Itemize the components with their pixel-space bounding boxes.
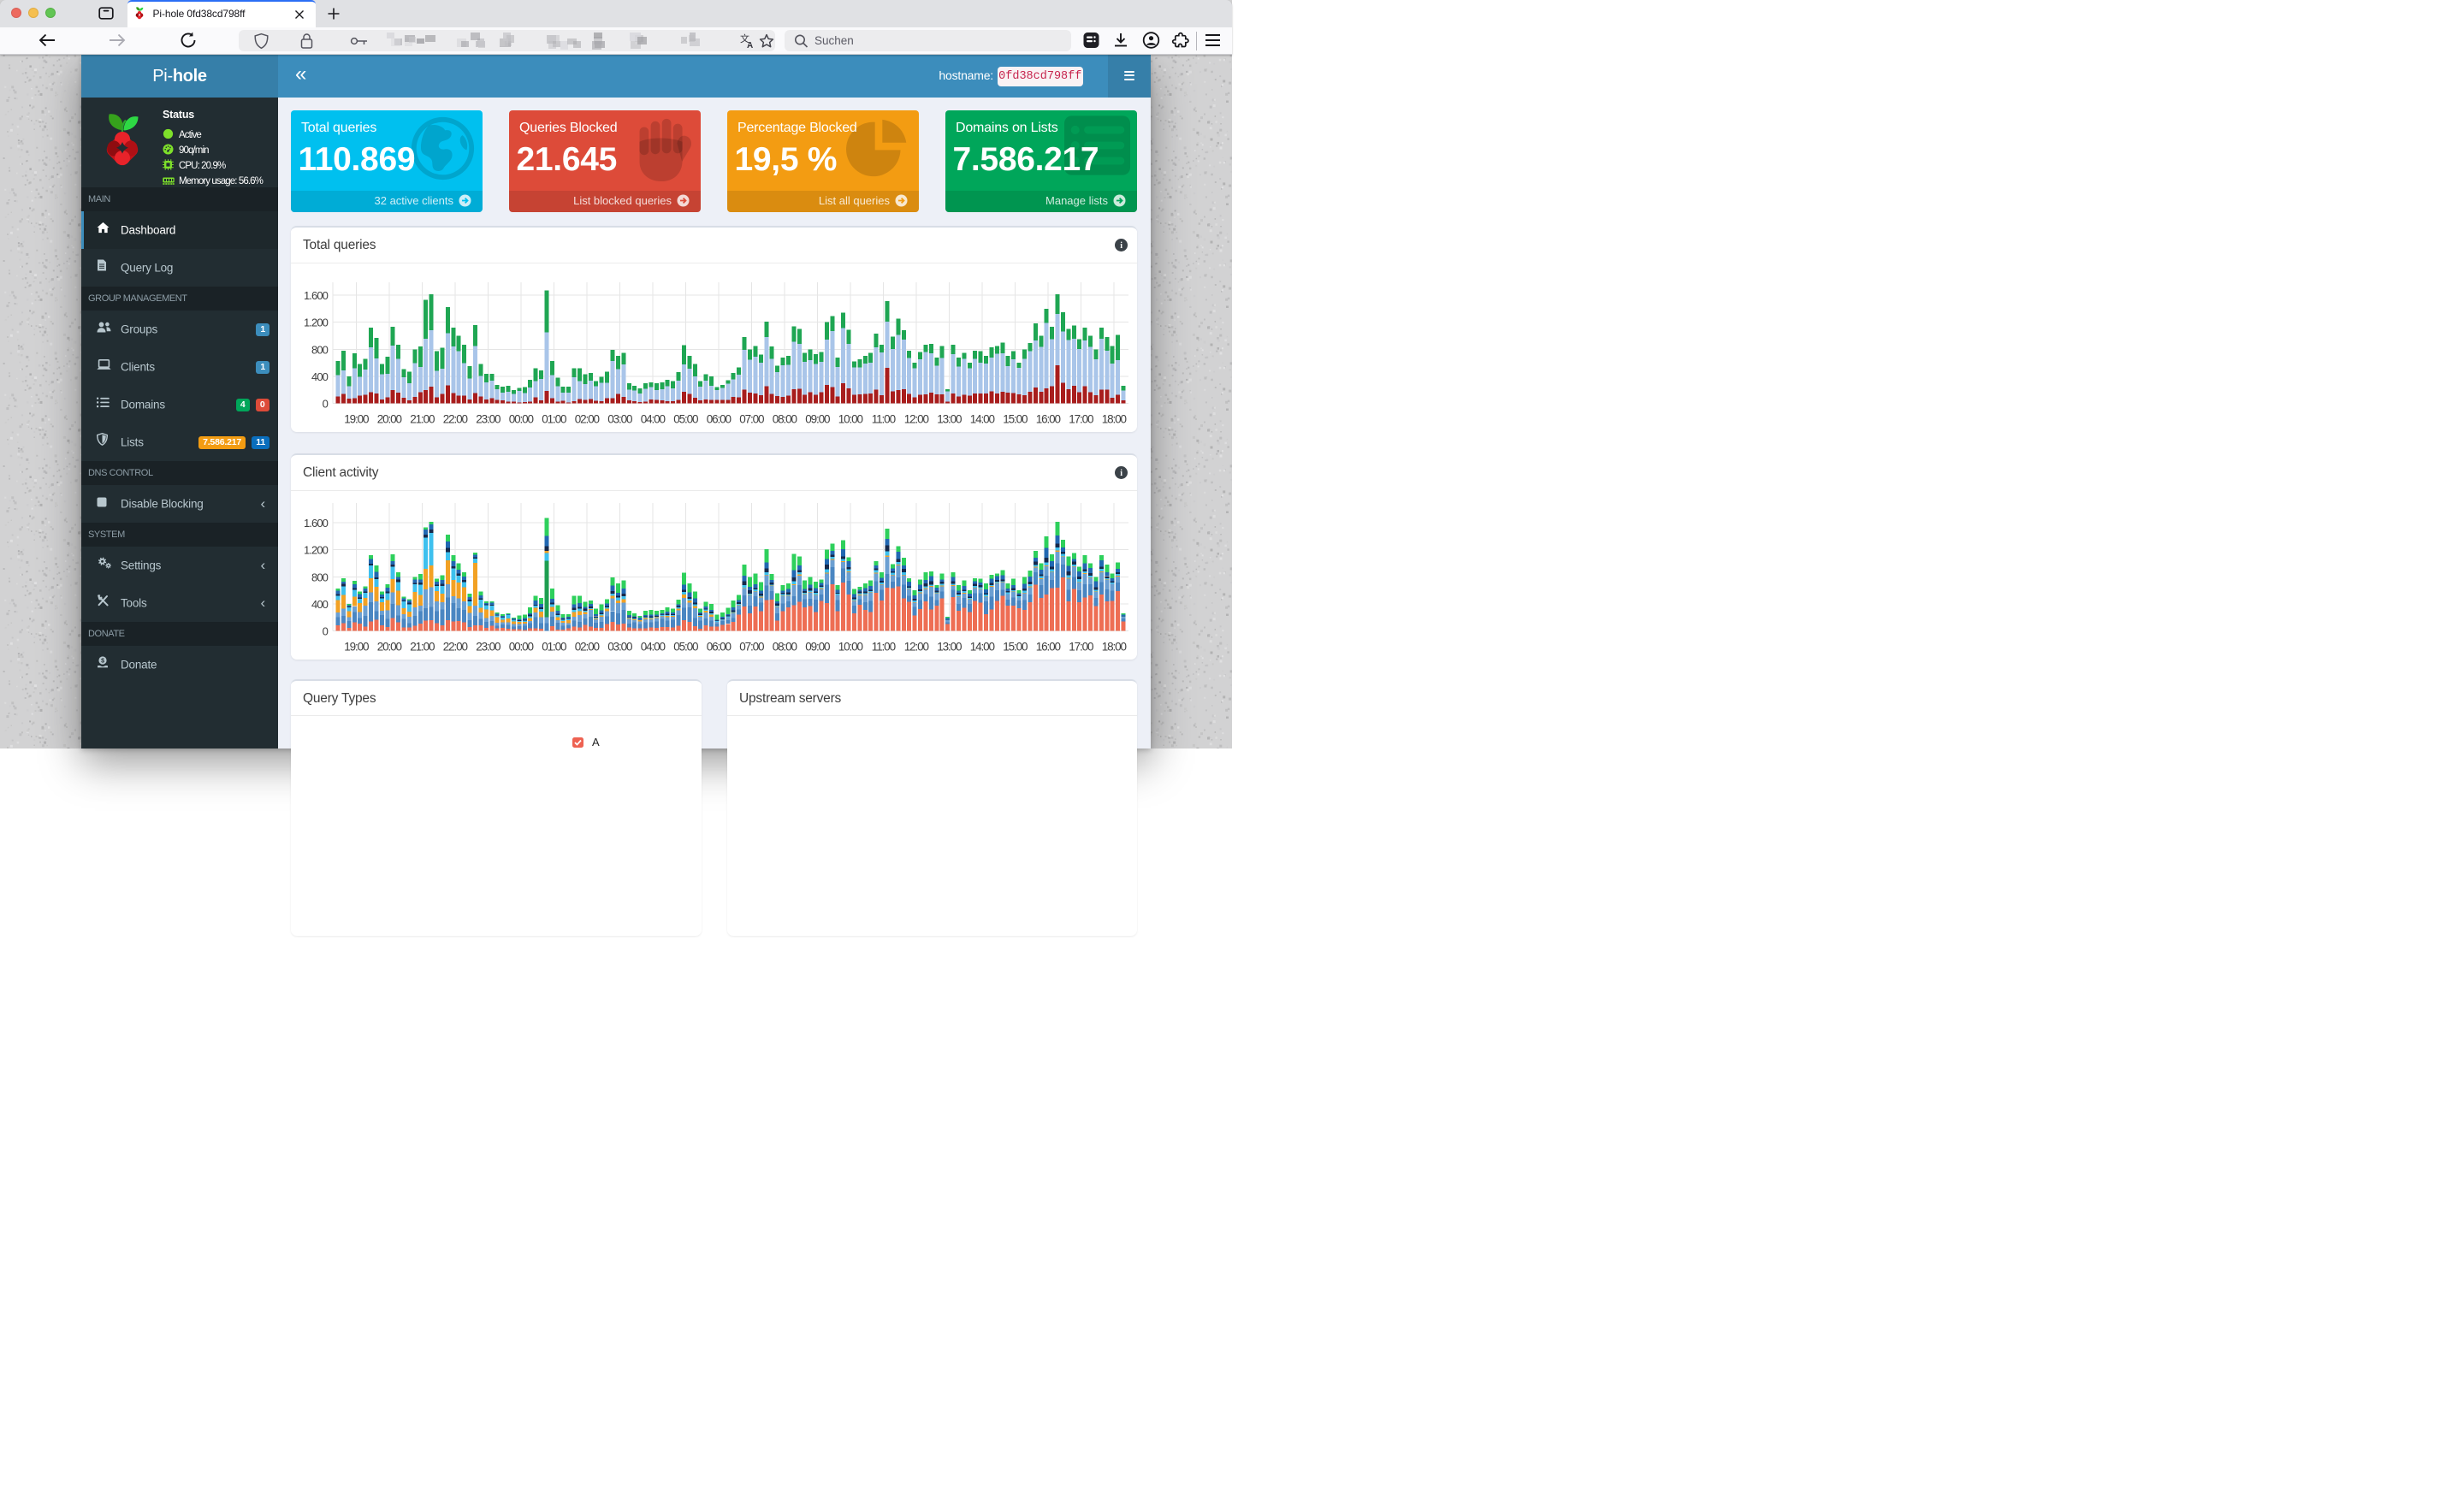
svg-text:05:00: 05:00 [673,413,698,426]
svg-text:21:00: 21:00 [410,641,435,654]
svg-text:17:00: 17:00 [1069,641,1093,654]
svg-text:1.600: 1.600 [304,517,329,530]
svg-text:09:00: 09:00 [805,413,830,426]
svg-text:i: i [1120,241,1122,251]
svg-text:22:00: 22:00 [443,641,468,654]
svg-text:20:00: 20:00 [377,641,402,654]
svg-text:08:00: 08:00 [773,413,797,426]
svg-text:07:00: 07:00 [739,641,764,654]
svg-text:10:00: 10:00 [838,413,863,426]
svg-text:15:00: 15:00 [1003,641,1028,654]
svg-text:16:00: 16:00 [1036,413,1061,426]
svg-text:13:00: 13:00 [937,413,962,426]
svg-text:02:00: 02:00 [575,641,600,654]
svg-text:18:00: 18:00 [1102,641,1127,654]
svg-text:800: 800 [311,571,329,583]
svg-text:06:00: 06:00 [707,641,732,654]
svg-text:04:00: 04:00 [641,413,666,426]
svg-text:10:00: 10:00 [838,641,863,654]
svg-text:13:00: 13:00 [937,641,962,654]
svg-text:08:00: 08:00 [773,641,797,654]
svg-text:22:00: 22:00 [443,413,468,426]
svg-text:$: $ [101,659,104,665]
svg-text:12:00: 12:00 [904,641,929,654]
svg-text:19:00: 19:00 [344,413,369,426]
svg-text:21:00: 21:00 [410,413,435,426]
svg-text:00:00: 00:00 [509,641,534,654]
svg-text:1.200: 1.200 [304,544,329,557]
svg-text:11:00: 11:00 [872,413,896,426]
svg-text:18:00: 18:00 [1102,413,1127,426]
svg-text:12:00: 12:00 [904,413,929,426]
svg-text:23:00: 23:00 [476,413,500,426]
svg-text:09:00: 09:00 [805,641,830,654]
svg-text:17:00: 17:00 [1069,413,1093,426]
svg-text:16:00: 16:00 [1036,641,1061,654]
svg-text:03:00: 03:00 [607,413,632,426]
svg-text:1.200: 1.200 [304,317,329,329]
svg-text:02:00: 02:00 [575,413,600,426]
svg-text:0: 0 [323,398,329,411]
svg-text:0: 0 [323,625,329,638]
svg-text:00:00: 00:00 [509,413,534,426]
svg-text:14:00: 14:00 [970,641,995,654]
svg-text:400: 400 [311,598,329,611]
svg-text:23:00: 23:00 [476,641,500,654]
svg-text:400: 400 [311,370,329,383]
svg-text:14:00: 14:00 [970,413,995,426]
svg-text:11:00: 11:00 [872,641,896,654]
svg-text:19:00: 19:00 [344,641,369,654]
svg-text:06:00: 06:00 [707,413,732,426]
svg-text:05:00: 05:00 [673,641,698,654]
svg-text:20:00: 20:00 [377,413,402,426]
svg-text:07:00: 07:00 [739,413,764,426]
svg-text:01:00: 01:00 [542,641,566,654]
svg-text:15:00: 15:00 [1003,413,1028,426]
svg-text:01:00: 01:00 [542,413,566,426]
svg-text:04:00: 04:00 [641,641,666,654]
svg-text:800: 800 [311,343,329,356]
svg-text:A: A [747,41,753,49]
svg-text:1.600: 1.600 [304,289,329,302]
svg-text:03:00: 03:00 [607,641,632,654]
svg-text:i: i [1120,469,1122,478]
